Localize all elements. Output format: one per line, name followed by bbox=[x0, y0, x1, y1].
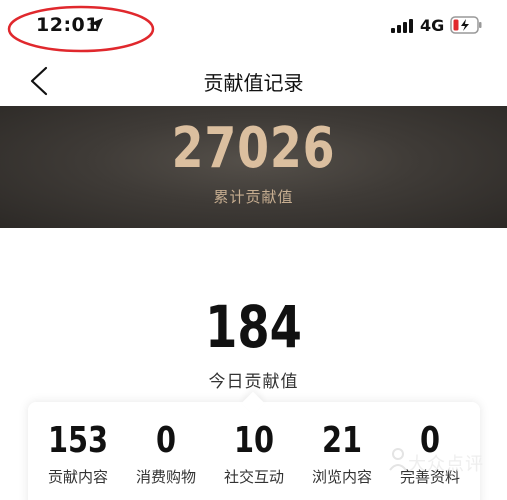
today-contribution-label: 今日贡献值 bbox=[208, 372, 299, 392]
breakdown-value: 0 bbox=[155, 420, 177, 461]
total-contribution-value: 27026 bbox=[171, 116, 336, 181]
summary-banner: 27026 累计贡献值 bbox=[0, 106, 507, 228]
breakdown-item-browse[interactable]: 21 浏览内容 bbox=[302, 402, 382, 487]
page-title: 贡献值记录 bbox=[203, 71, 304, 95]
breakdown-label: 浏览内容 bbox=[311, 467, 372, 486]
network-label: 4G bbox=[420, 16, 445, 35]
breakdown-item-shopping[interactable]: 0 消费购物 bbox=[126, 402, 206, 487]
signal-bars-icon bbox=[391, 19, 413, 33]
total-contribution-label: 累计贡献值 bbox=[213, 188, 294, 206]
breakdown-value: 21 bbox=[321, 420, 363, 461]
breakdown-value: 153 bbox=[47, 420, 109, 461]
location-arrow-icon bbox=[89, 18, 103, 32]
breakdown-label: 贡献内容 bbox=[47, 467, 108, 486]
breakdown-value: 10 bbox=[233, 420, 275, 461]
watermark-text: 大众点评 bbox=[408, 454, 484, 475]
breakdown-label: 消费购物 bbox=[135, 467, 196, 486]
breakdown-item-social[interactable]: 10 社交互动 bbox=[214, 402, 294, 487]
battery-charging-icon bbox=[450, 16, 482, 34]
breakdown-label: 社交互动 bbox=[223, 467, 284, 486]
nav-bar: 贡献值记录 bbox=[0, 56, 507, 106]
breakdown-item-contribute-content[interactable]: 153 贡献内容 bbox=[38, 402, 118, 487]
today-contribution-value: 184 bbox=[205, 293, 302, 361]
status-bar: 12:01 4G bbox=[0, 0, 507, 56]
